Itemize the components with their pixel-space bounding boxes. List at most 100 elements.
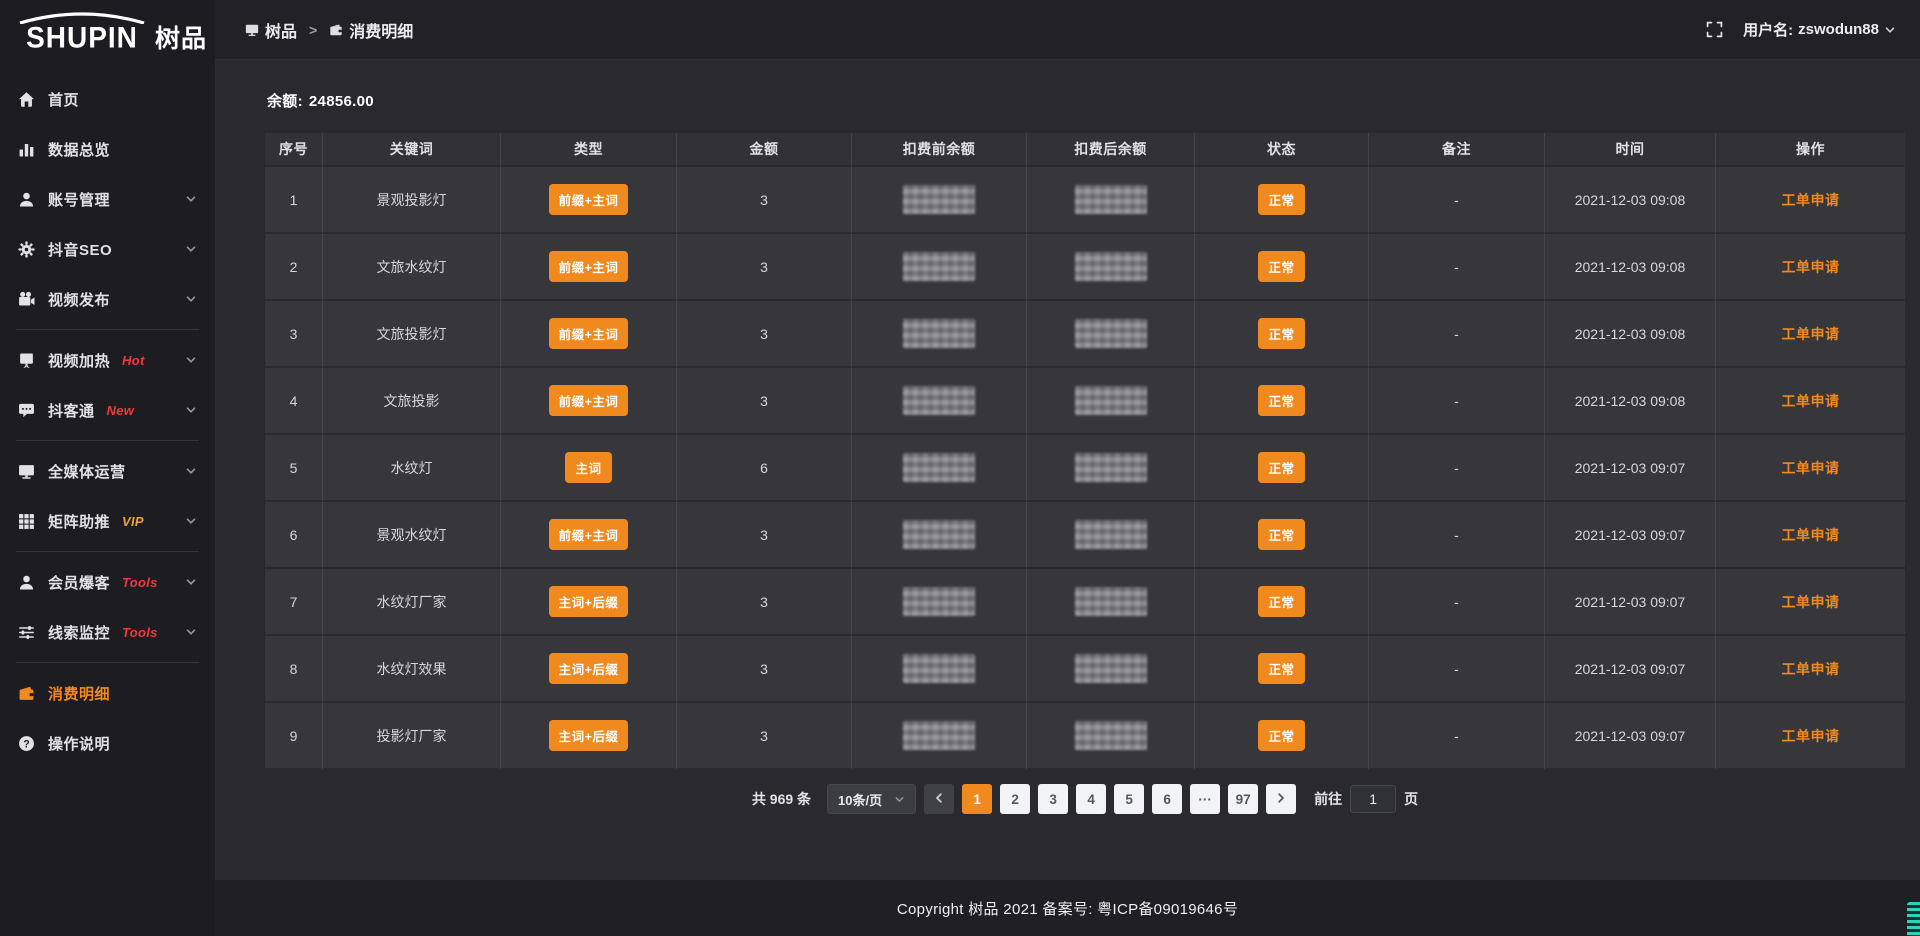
copyright-text: Copyright 树品 2021 备案号: 粤ICP备09019646号 [897, 898, 1238, 919]
sidebar-item-badge: Tools [122, 575, 158, 590]
cell-balance-after [1027, 301, 1195, 368]
cell-status: 正常 [1195, 636, 1369, 703]
sidebar-divider [16, 440, 199, 441]
work-order-link[interactable]: 工单申请 [1782, 527, 1840, 543]
work-order-link[interactable]: 工单申请 [1782, 259, 1840, 275]
type-badge: 前缀+主词 [549, 184, 629, 215]
page-button[interactable]: 4 [1076, 784, 1106, 814]
page-button[interactable]: 1 [962, 784, 992, 814]
masked-balance-after [1075, 386, 1147, 415]
fullscreen-icon[interactable] [1706, 21, 1723, 38]
breadcrumb: 树品 > 消费明细 [245, 18, 413, 42]
cell-balance-before [852, 435, 1027, 502]
app-window-icon [245, 23, 259, 37]
goto-page-input[interactable] [1350, 785, 1396, 813]
prev-page-button[interactable] [924, 784, 954, 814]
cell-amount: 3 [677, 301, 852, 368]
work-order-link[interactable]: 工单申请 [1782, 594, 1840, 610]
chevron-down-icon [185, 354, 197, 366]
cell-keyword: 景观投影灯 [323, 167, 501, 234]
cell-amount: 3 [677, 368, 852, 435]
page-button[interactable]: 97 [1228, 784, 1258, 814]
sidebar-item-label: 操作说明 [48, 733, 110, 754]
breadcrumb-item-current[interactable]: 消费明细 [329, 18, 413, 42]
monitor-icon [18, 463, 35, 480]
breadcrumb-item-home[interactable]: 树品 [245, 18, 297, 42]
sidebar-item-wrap: 账号管理 [0, 174, 215, 224]
page-button[interactable]: 6 [1152, 784, 1182, 814]
page-button[interactable]: 2 [1000, 784, 1030, 814]
cell-time: 2021-12-03 09:07 [1545, 502, 1716, 569]
cell-status: 正常 [1195, 703, 1369, 770]
sidebar-item[interactable]: ? 操作说明 [0, 718, 215, 768]
sidebar-item[interactable]: 消费明细 [0, 668, 215, 718]
status-badge: 正常 [1258, 184, 1304, 215]
work-order-link[interactable]: 工单申请 [1782, 326, 1840, 342]
chevron-down-icon [185, 243, 197, 255]
cell-amount: 3 [677, 502, 852, 569]
sidebar-item-badge: Hot [122, 353, 145, 368]
sidebar-item[interactable]: 矩阵助推 VIP [0, 496, 215, 546]
sidebar-item[interactable]: 视频发布 [0, 274, 215, 324]
chat-icon [18, 402, 35, 419]
sidebar-item-label: 消费明细 [48, 683, 110, 704]
cell-status: 正常 [1195, 435, 1369, 502]
table-row: 6 景观水纹灯 前缀+主词 3 正常 - 2021-12-03 09:07 工单… [265, 502, 1905, 569]
sidebar-item[interactable]: 线索监控 Tools [0, 607, 215, 657]
sidebar-item[interactable]: 视频加热 Hot [0, 335, 215, 385]
masked-balance-after [1075, 185, 1147, 214]
cell-balance-after [1027, 569, 1195, 636]
cell-keyword: 文旅投影灯 [323, 301, 501, 368]
sidebar-item[interactable]: 数据总览 [0, 124, 215, 174]
masked-balance-before [903, 654, 975, 683]
work-order-link[interactable]: 工单申请 [1782, 393, 1840, 409]
cell-remark: - [1369, 703, 1545, 770]
page-button[interactable]: 5 [1114, 784, 1144, 814]
sidebar-item[interactable]: 抖客通 New [0, 385, 215, 435]
chevron-right-icon [1275, 792, 1287, 807]
cell-type: 前缀+主词 [501, 167, 677, 234]
work-order-link[interactable]: 工单申请 [1782, 192, 1840, 208]
cell-balance-before [852, 703, 1027, 770]
cell-index: 6 [265, 502, 323, 569]
user-menu[interactable]: 用户名: zswodun88 [1743, 19, 1896, 40]
cell-index: 9 [265, 703, 323, 770]
masked-balance-before [903, 319, 975, 348]
page-size-select[interactable]: 10条/页 [827, 784, 916, 814]
type-badge: 主词+后缀 [549, 586, 629, 617]
bar-chart-icon [18, 141, 35, 158]
wallet-icon [329, 23, 343, 37]
sidebar-item-label: 会员爆客 [48, 572, 110, 593]
work-order-link[interactable]: 工单申请 [1782, 728, 1840, 744]
sidebar-item[interactable]: 全媒体运营 [0, 446, 215, 496]
work-order-link[interactable]: 工单申请 [1782, 460, 1840, 476]
video-camera-icon [18, 291, 35, 308]
masked-balance-after [1075, 654, 1147, 683]
question-circle-icon: ? [18, 735, 35, 752]
sidebar-item-wrap: 抖音SEO [0, 224, 215, 274]
cell-remark: - [1369, 368, 1545, 435]
cell-keyword: 文旅投影 [323, 368, 501, 435]
page-button[interactable]: 3 [1038, 784, 1068, 814]
sidebar-item[interactable]: 首页 [0, 74, 215, 124]
chevron-down-icon [1884, 24, 1896, 36]
masked-balance-after [1075, 520, 1147, 549]
cell-amount: 3 [677, 167, 852, 234]
status-badge: 正常 [1258, 385, 1304, 416]
work-order-link[interactable]: 工单申请 [1782, 661, 1840, 677]
type-badge: 前缀+主词 [549, 519, 629, 550]
sidebar-item-label: 线索监控 [48, 622, 110, 643]
page-button[interactable]: ··· [1190, 784, 1220, 814]
corner-widget[interactable] [1907, 902, 1920, 936]
cell-status: 正常 [1195, 301, 1369, 368]
username-value: zswodun88 [1798, 21, 1879, 38]
sidebar-nav: 首页 数据总览 账号管理 [0, 64, 215, 936]
cell-remark: - [1369, 435, 1545, 502]
sidebar-item[interactable]: 会员爆客 Tools [0, 557, 215, 607]
cell-index: 3 [265, 301, 323, 368]
next-page-button[interactable] [1266, 784, 1296, 814]
status-badge: 正常 [1258, 519, 1304, 550]
sidebar-item[interactable]: 账号管理 [0, 174, 215, 224]
sidebar-item[interactable]: 抖音SEO [0, 224, 215, 274]
cell-keyword: 水纹灯 [323, 435, 501, 502]
